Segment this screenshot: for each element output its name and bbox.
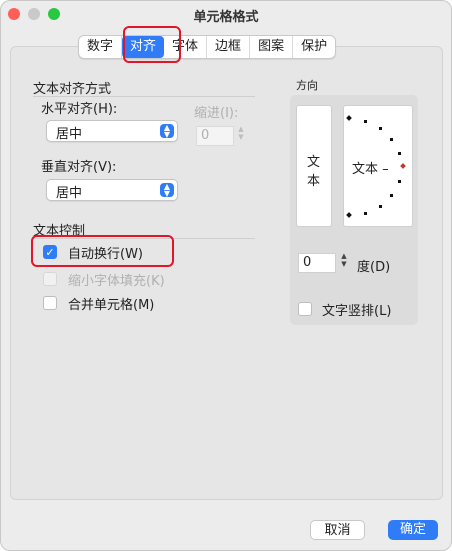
tab-border[interactable]: 边框 xyxy=(207,36,251,58)
alignment-section-title: 文本对齐方式 xyxy=(33,82,112,97)
window-title: 单元格格式 xyxy=(193,10,259,25)
dial-text: 文本 – xyxy=(352,162,389,177)
orientation-section-title: 方向 xyxy=(296,79,318,92)
tab-bar: 数字 对齐 字体 边框 图案 保护 xyxy=(78,35,337,59)
cancel-button[interactable]: 取消 xyxy=(310,520,365,540)
degree-field[interactable]: 0 xyxy=(298,253,336,273)
vertical-align-select[interactable]: 居中 ▲ ▼ xyxy=(46,179,178,201)
merge-cells-label[interactable]: 合并单元格(M) xyxy=(68,294,154,313)
tab-pattern[interactable]: 图案 xyxy=(250,36,294,58)
vertical-stack-checkbox[interactable] xyxy=(298,302,312,316)
highlight-tab-alignment xyxy=(123,26,181,63)
degree-label: 度(D) xyxy=(357,260,391,275)
alignment-divider xyxy=(33,96,255,97)
indent-label: 缩进(I): xyxy=(194,106,239,121)
tab-protection[interactable]: 保护 xyxy=(293,36,335,58)
vertical-align-value: 居中 xyxy=(56,186,83,201)
highlight-wrap-text xyxy=(31,235,174,267)
ok-button[interactable]: 确定 xyxy=(388,520,438,540)
shrink-to-fit-checkbox[interactable] xyxy=(43,272,57,286)
vertical-align-label: 垂直对齐(V): xyxy=(41,160,117,175)
tab-number[interactable]: 数字 xyxy=(79,36,123,58)
orientation-dial[interactable]: 文本 – xyxy=(343,105,413,227)
merge-cells-checkbox[interactable] xyxy=(43,296,57,310)
indent-field[interactable]: 0 xyxy=(196,126,234,146)
shrink-to-fit-label: 缩小字体填充(K) xyxy=(68,274,165,289)
vertical-text-char-1: 文 xyxy=(307,155,321,170)
vertical-stack-label[interactable]: 文字竖排(L) xyxy=(322,300,391,319)
title-bar: 单元格格式 xyxy=(0,0,452,28)
horizontal-align-value: 居中 xyxy=(56,127,83,142)
vertical-text-toggle[interactable]: 文 本 xyxy=(296,105,332,227)
format-cells-window: 单元格格式 数字 对齐 字体 边框 图案 保护 文本对齐方式 水平对齐(H): … xyxy=(0,0,452,551)
horizontal-align-label: 水平对齐(H): xyxy=(41,102,118,117)
horizontal-align-select[interactable]: 居中 ▲ ▼ xyxy=(46,120,178,142)
indent-stepper-icon[interactable]: ▲ ▼ xyxy=(236,125,246,141)
chevron-updown-icon: ▲ ▼ xyxy=(160,183,174,198)
degree-stepper-icon[interactable]: ▲ ▼ xyxy=(339,252,349,268)
chevron-updown-icon: ▲ ▼ xyxy=(160,124,174,139)
vertical-text-char-2: 本 xyxy=(307,174,321,189)
